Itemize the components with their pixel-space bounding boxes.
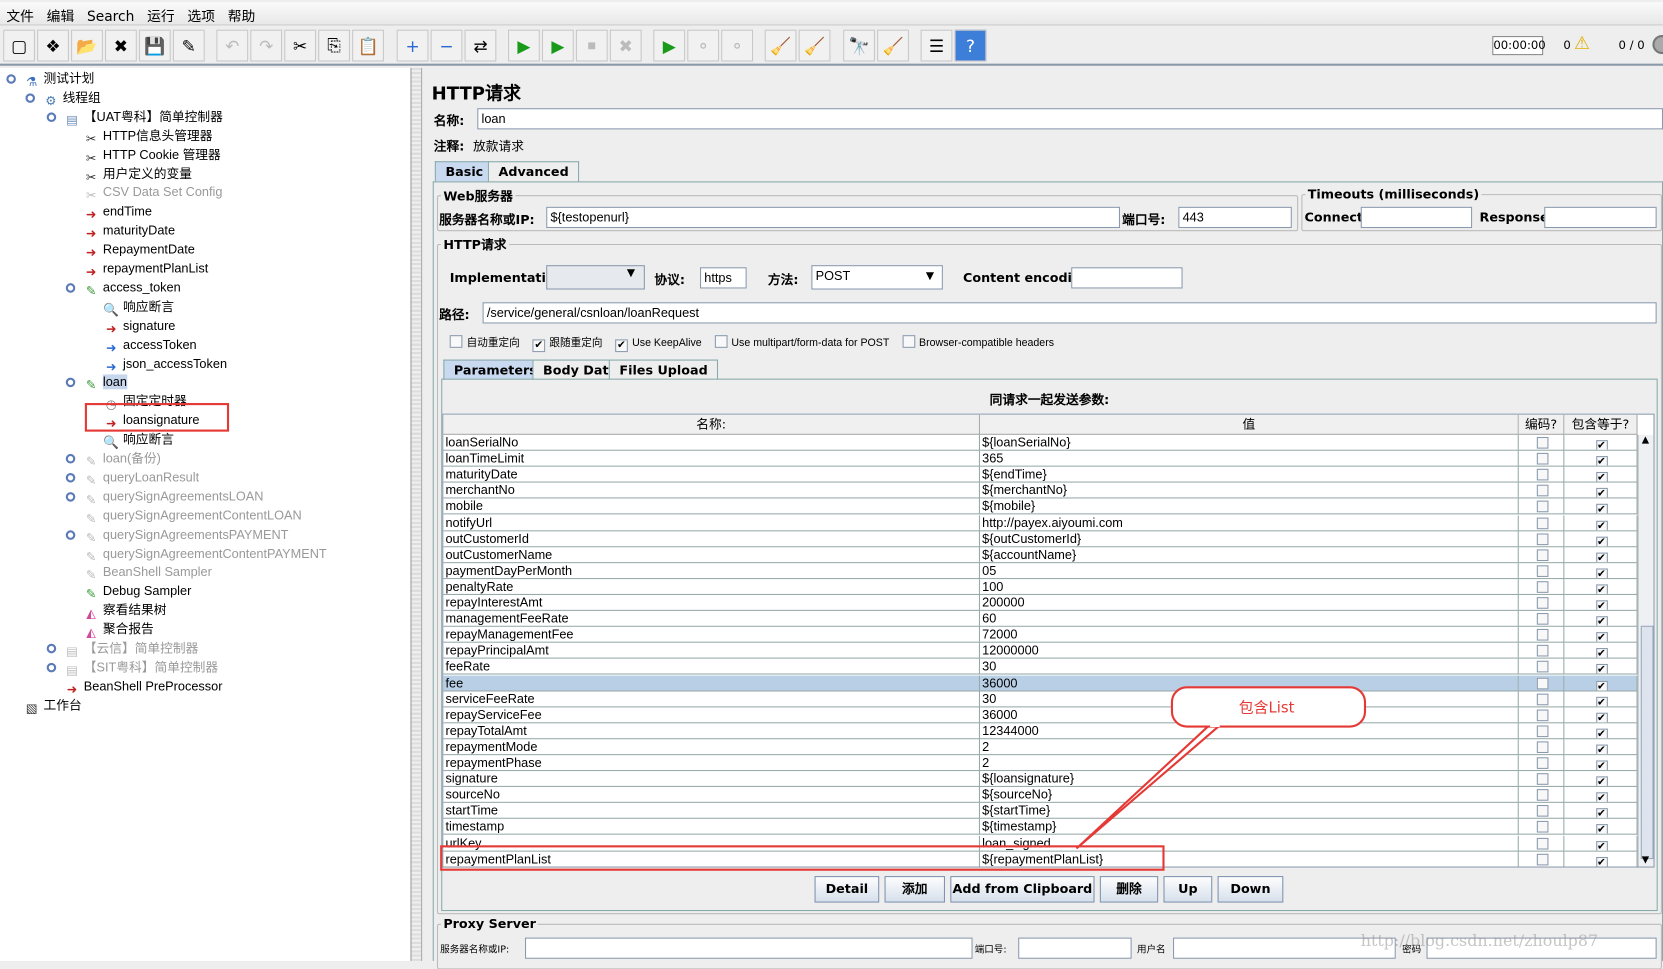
jmeter-window: 文件 编辑 Search 运行 选项 帮助 00:00:00 0 ⚠ 0 / 0 ▢ ❖ 📂 ✖…: [0, 0, 1663, 969]
callout-text: 包含List: [1238, 699, 1295, 717]
callout-tail: [1075, 724, 1223, 850]
callout-annotation: [1075, 686, 1367, 850]
